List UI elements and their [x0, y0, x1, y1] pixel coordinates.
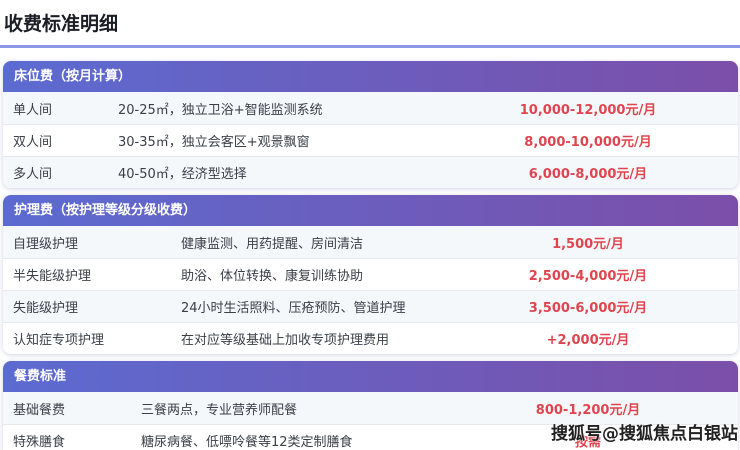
- table-row: 半失能级护理 助浴、体位转换、康复训练协助 2,500-4,000元/月: [3, 258, 738, 290]
- row-description: 助浴、体位转换、康复训练协助: [181, 265, 468, 284]
- table-row: 失能级护理 24小时生活照料、压疮预防、管道护理 3,500-6,000元/月: [3, 290, 738, 322]
- row-price: 1,500元/月: [468, 233, 708, 252]
- row-price: 6,000-8,000元/月: [468, 163, 708, 182]
- page-title: 收费标准明细: [0, 0, 740, 48]
- fee-section-nursing: 护理费（按护理等级分级收费） 自理级护理 健康监测、用药提醒、房间清洁 1,50…: [3, 195, 738, 354]
- row-price: 8,000-10,000元/月: [468, 131, 708, 150]
- row-description: 健康监测、用药提醒、房间清洁: [181, 233, 468, 252]
- row-label: 自理级护理: [13, 233, 181, 252]
- row-description: 40-50㎡，经济型选择: [118, 163, 468, 182]
- section-header-meals: 餐费标准: [3, 361, 738, 392]
- row-label: 双人间: [13, 131, 118, 150]
- row-description: 在对应等级基础上加收专项护理费用: [181, 329, 468, 348]
- row-description: 30-35㎡，独立会客区+观景飘窗: [118, 131, 468, 150]
- table-row: 认知症专项护理 在对应等级基础上加收专项护理费用 +2,000元/月: [3, 322, 738, 354]
- table-row: 双人间 30-35㎡，独立会客区+观景飘窗 8,000-10,000元/月: [3, 124, 738, 156]
- row-label: 半失能级护理: [13, 265, 181, 284]
- row-label: 认知症专项护理: [13, 329, 181, 348]
- row-label: 基础餐费: [13, 399, 141, 418]
- row-label: 特殊膳食: [13, 431, 141, 450]
- section-header-nursing: 护理费（按护理等级分级收费）: [3, 195, 738, 226]
- row-label: 失能级护理: [13, 297, 181, 316]
- fee-section-bed: 床位费（按月计算） 单人间 20-25㎡，独立卫浴+智能监测系统 10,000-…: [3, 61, 738, 188]
- row-description: 糖尿病餐、低嘌呤餐等12类定制膳食: [141, 431, 468, 450]
- row-price: 800-1,200元/月: [468, 399, 708, 418]
- sohu-watermark: 搜狐号@搜狐焦点白银站: [551, 419, 738, 444]
- section-header-bed: 床位费（按月计算）: [3, 61, 738, 92]
- table-row: 单人间 20-25㎡，独立卫浴+智能监测系统 10,000-12,000元/月: [3, 92, 738, 124]
- row-description: 24小时生活照料、压疮预防、管道护理: [181, 297, 468, 316]
- row-price: 10,000-12,000元/月: [468, 99, 708, 118]
- row-price: 3,500-6,000元/月: [468, 297, 708, 316]
- row-label: 单人间: [13, 99, 118, 118]
- row-label: 多人间: [13, 163, 118, 182]
- table-row: 多人间 40-50㎡，经济型选择 6,000-8,000元/月: [3, 156, 738, 188]
- row-description: 三餐两点，专业营养师配餐: [141, 399, 468, 418]
- row-description: 20-25㎡，独立卫浴+智能监测系统: [118, 99, 468, 118]
- table-row: 自理级护理 健康监测、用药提醒、房间清洁 1,500元/月: [3, 226, 738, 258]
- row-price: +2,000元/月: [468, 329, 708, 348]
- row-price: 2,500-4,000元/月: [468, 265, 708, 284]
